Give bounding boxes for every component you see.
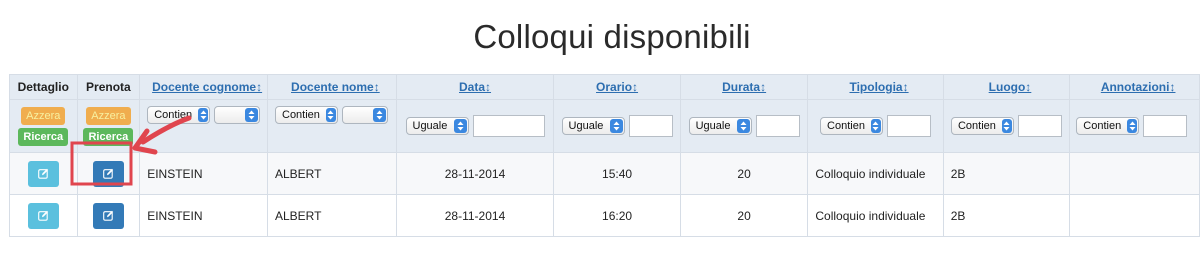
- cell-luogo: 2B: [942, 152, 1071, 195]
- reset-button[interactable]: Azzera: [21, 106, 66, 125]
- operator-select-durata[interactable]: Uguale: [688, 117, 752, 135]
- cell-prenota: [76, 194, 141, 237]
- cell-tipologia: Colloquio individuale: [807, 194, 944, 237]
- sort-link-annotazioni[interactable]: Annotazioni↕: [1101, 80, 1176, 94]
- edit-icon: [103, 210, 114, 221]
- cell-tipologia: Colloquio individuale: [807, 152, 944, 195]
- updown-arrows-icon: [453, 119, 467, 133]
- table-row: EINSTEIN ALBERT 28-11-2014 16:20 20 Coll…: [9, 194, 1200, 237]
- tipologia-filter-input[interactable]: [887, 115, 932, 137]
- filter-cell-docente-nome: Contien: [267, 99, 397, 153]
- cell-orario: 15:40: [553, 152, 681, 195]
- cell-data: 28-11-2014: [395, 152, 555, 195]
- table-header-row: Dettaglio Prenota Docente cognome↕ Docen…: [9, 74, 1200, 100]
- header-annotazioni[interactable]: Annotazioni↕: [1069, 74, 1200, 100]
- operator-select-cognome[interactable]: Contien: [147, 106, 211, 124]
- colloqui-table: Dettaglio Prenota Docente cognome↕ Docen…: [9, 74, 1200, 237]
- operator-select-data[interactable]: Uguale: [405, 117, 469, 135]
- updown-arrows-icon: [870, 119, 882, 133]
- orario-filter-input[interactable]: [628, 115, 673, 137]
- detail-button[interactable]: [27, 160, 59, 187]
- cell-docente-cognome: EINSTEIN: [139, 152, 268, 195]
- filter-cell-orario: Uguale: [553, 99, 681, 153]
- cell-dettaglio: [9, 194, 78, 237]
- cell-dettaglio: [9, 152, 78, 195]
- reset-button[interactable]: Azzera: [86, 106, 131, 125]
- value-select-cognome[interactable]: [214, 106, 261, 124]
- cell-docente-cognome: EINSTEIN: [139, 194, 268, 237]
- updown-arrows-icon: [1001, 119, 1012, 133]
- operator-select-tipologia[interactable]: Contien: [820, 117, 884, 135]
- filter-cell-luogo: Contien: [942, 99, 1071, 153]
- data-filter-input[interactable]: [472, 115, 545, 137]
- cell-orario: 16:20: [553, 194, 681, 237]
- updown-arrows-icon: [736, 119, 750, 133]
- header-tipologia[interactable]: Tipologia↕: [807, 74, 944, 100]
- luogo-filter-input[interactable]: [1017, 115, 1062, 137]
- value-select-nome[interactable]: [342, 106, 388, 124]
- header-docente-cognome[interactable]: Docente cognome↕: [139, 74, 268, 100]
- cell-annotazioni: [1069, 152, 1200, 195]
- updown-arrows-icon: [245, 108, 259, 122]
- header-docente-nome[interactable]: Docente nome↕: [267, 74, 397, 100]
- updown-arrows-icon: [609, 119, 623, 133]
- sort-link-docente-nome[interactable]: Docente nome↕: [291, 80, 380, 94]
- cell-annotazioni: [1069, 194, 1200, 237]
- header-dettaglio: Dettaglio: [9, 74, 78, 100]
- updown-arrows-icon: [198, 108, 209, 122]
- cell-docente-nome: ALBERT: [267, 152, 397, 195]
- page-title: Colloqui disponibili: [473, 18, 751, 55]
- search-button[interactable]: Ricerca: [83, 127, 134, 146]
- header-luogo[interactable]: Luogo↕: [942, 74, 1071, 100]
- annotazioni-filter-input[interactable]: [1143, 115, 1188, 137]
- edit-icon: [37, 210, 48, 221]
- cell-durata: 20: [679, 194, 809, 237]
- filter-cell-tipologia: Contien: [807, 99, 944, 153]
- header-durata[interactable]: Durata↕: [679, 74, 809, 100]
- detail-button[interactable]: [27, 202, 59, 229]
- filter-cell-docente-cognome: Contien: [139, 99, 268, 153]
- cell-prenota: [76, 152, 141, 195]
- cell-durata: 20: [679, 152, 809, 195]
- cell-data: 28-11-2014: [395, 194, 555, 237]
- header-prenota: Prenota: [76, 74, 141, 100]
- book-button[interactable]: [92, 202, 124, 229]
- sort-link-tipologia[interactable]: Tipologia↕: [849, 80, 908, 94]
- book-button[interactable]: [92, 160, 124, 187]
- cell-docente-nome: ALBERT: [267, 194, 397, 237]
- filter-cell-prenota: Azzera Ricerca: [76, 99, 141, 153]
- filter-cell-data: Uguale: [395, 99, 555, 153]
- durata-filter-input[interactable]: [755, 115, 800, 137]
- header-data[interactable]: Data↕: [395, 74, 555, 100]
- updown-arrows-icon: [325, 108, 336, 122]
- filter-cell-dettaglio: Azzera Ricerca: [9, 99, 78, 153]
- cell-luogo: 2B: [942, 194, 1071, 237]
- sort-link-durata[interactable]: Durata↕: [722, 80, 766, 94]
- operator-select-orario[interactable]: Uguale: [561, 117, 625, 135]
- sort-link-data[interactable]: Data↕: [459, 80, 491, 94]
- table-row: EINSTEIN ALBERT 28-11-2014 15:40 20 Coll…: [9, 152, 1200, 195]
- edit-icon: [37, 168, 48, 179]
- operator-select-luogo[interactable]: Contien: [950, 117, 1014, 135]
- operator-select-annotazioni[interactable]: Contien: [1076, 117, 1140, 135]
- updown-arrows-icon: [1127, 119, 1138, 133]
- updown-arrows-icon: [373, 108, 386, 122]
- filter-row: Azzera Ricerca Azzera Ricerca Contien Co…: [9, 99, 1200, 153]
- search-button[interactable]: Ricerca: [18, 127, 69, 146]
- header-orario[interactable]: Orario↕: [553, 74, 681, 100]
- operator-select-nome[interactable]: Contien: [275, 106, 338, 124]
- filter-cell-annotazioni: Contien: [1069, 99, 1200, 153]
- sort-link-docente-cognome[interactable]: Docente cognome↕: [152, 80, 262, 94]
- sort-link-luogo[interactable]: Luogo↕: [989, 80, 1032, 94]
- filter-cell-durata: Uguale: [679, 99, 809, 153]
- sort-link-orario[interactable]: Orario↕: [596, 80, 638, 94]
- edit-icon: [103, 168, 114, 179]
